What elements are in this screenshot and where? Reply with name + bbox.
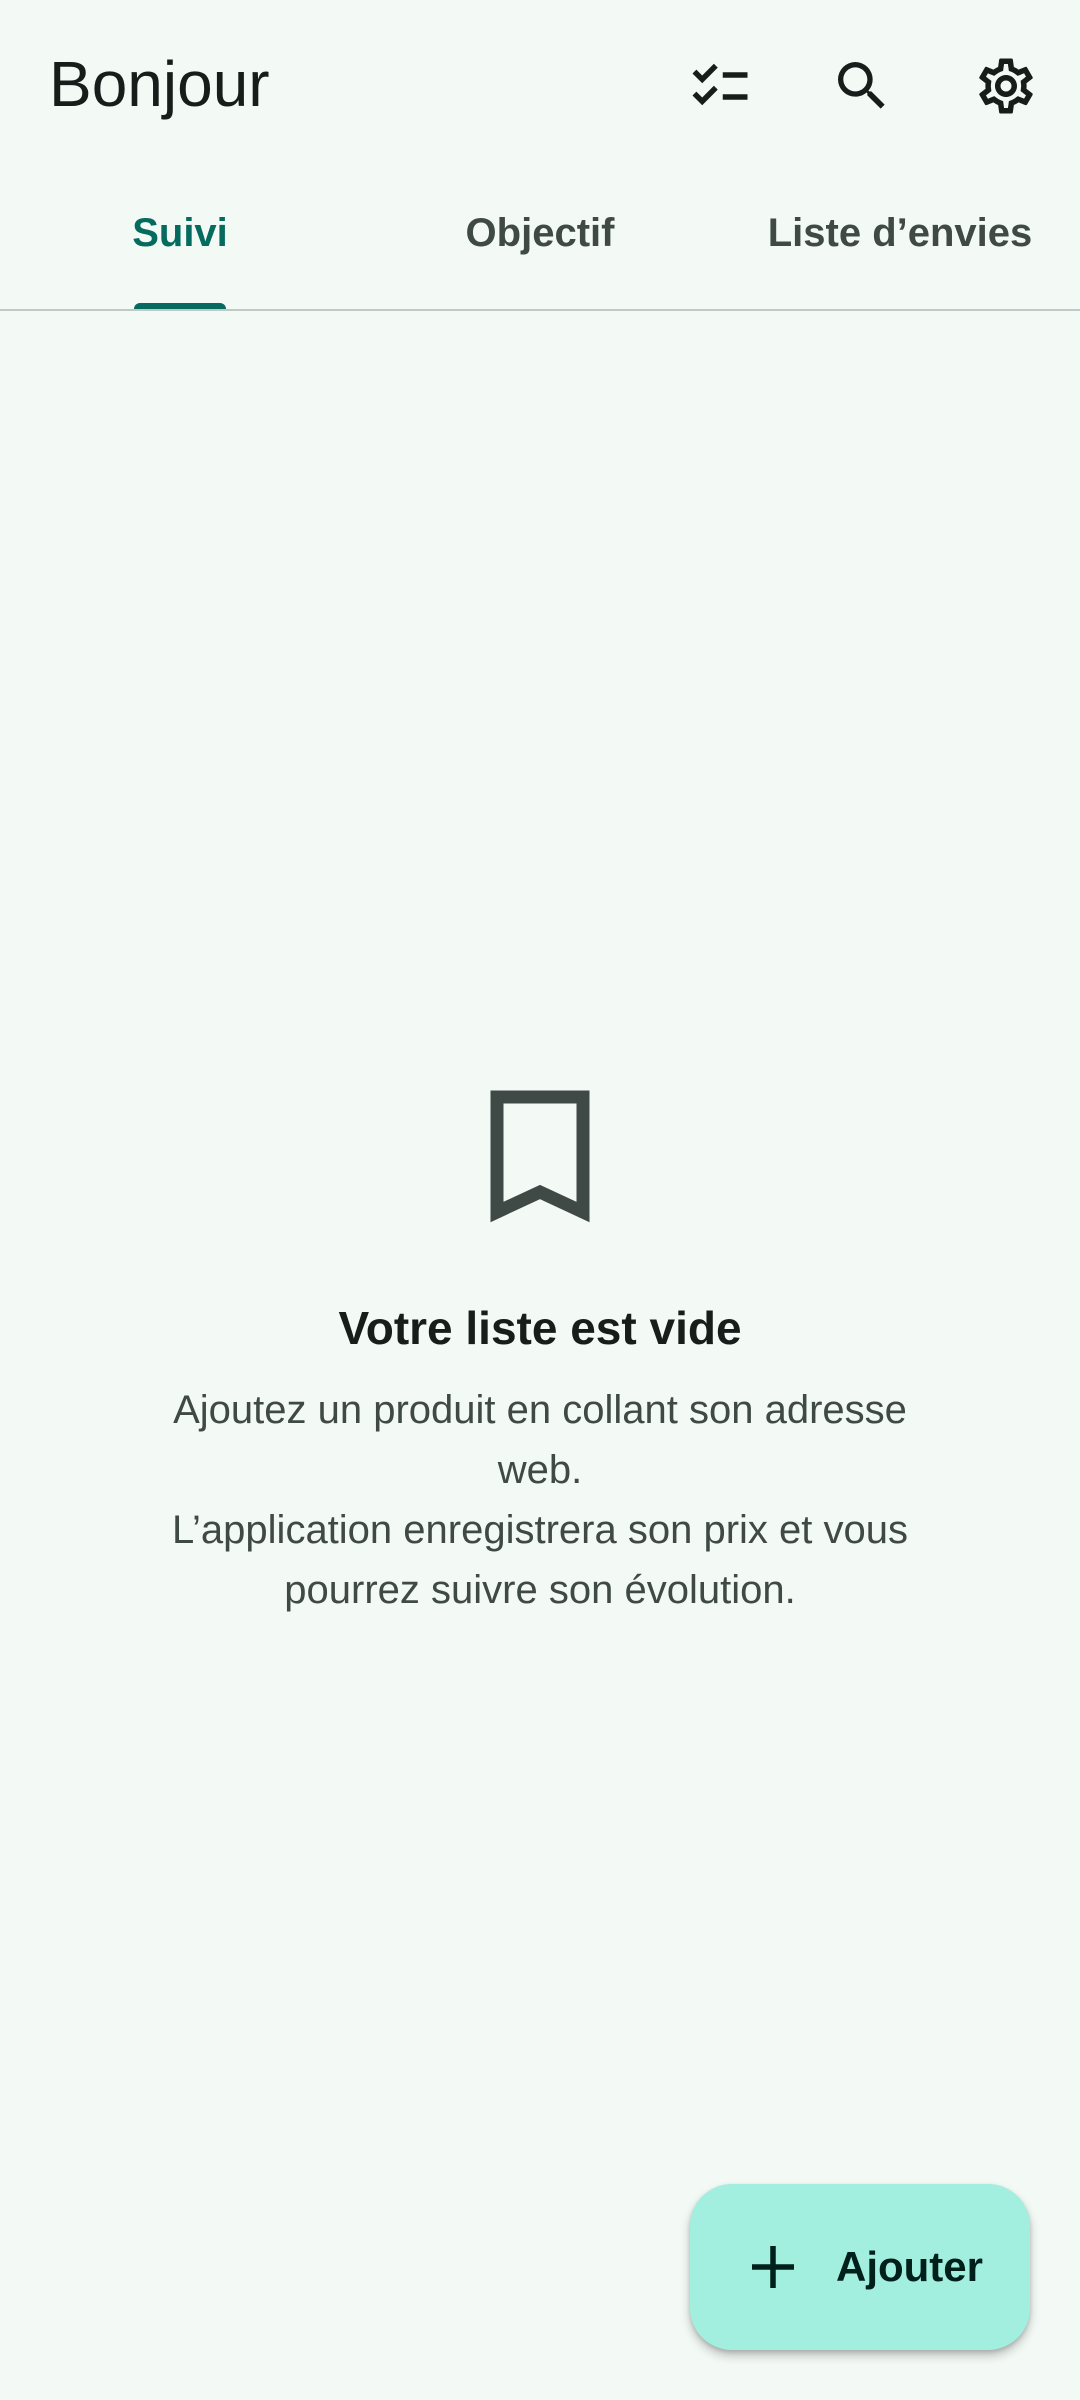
tab-objectif[interactable]: Objectif xyxy=(360,170,720,310)
empty-state-description: Ajoutez un produit en collant son adress… xyxy=(172,1388,908,1612)
bookmark-icon xyxy=(490,1090,590,1223)
checklist-button[interactable] xyxy=(672,38,768,134)
settings-button[interactable] xyxy=(958,38,1054,134)
add-button[interactable]: Ajouter xyxy=(690,2184,1030,2350)
plus-icon xyxy=(748,2242,798,2292)
tab-label: Suivi xyxy=(132,210,228,255)
search-button[interactable] xyxy=(814,38,910,134)
empty-state-title: Votre liste est vide xyxy=(338,1302,742,1354)
tab-bar: Suivi Objectif Liste d’envies xyxy=(0,170,1080,310)
tab-suivi[interactable]: Suivi xyxy=(0,170,360,310)
search-icon xyxy=(838,62,885,109)
tab-liste-envies[interactable]: Liste d’envies xyxy=(720,170,1080,310)
gear-icon xyxy=(979,58,1033,114)
top-app-bar: Bonjour xyxy=(0,0,1080,170)
tabs-divider xyxy=(0,309,1080,311)
page-title: Bonjour xyxy=(49,48,270,120)
checklist-icon xyxy=(692,63,748,106)
tab-label: Objectif xyxy=(465,210,615,255)
tab-label: Liste d’envies xyxy=(767,210,1033,255)
empty-state: Votre liste est vide Ajoutez un produit … xyxy=(0,1090,1080,1620)
add-button-label: Ajouter xyxy=(836,2243,983,2290)
